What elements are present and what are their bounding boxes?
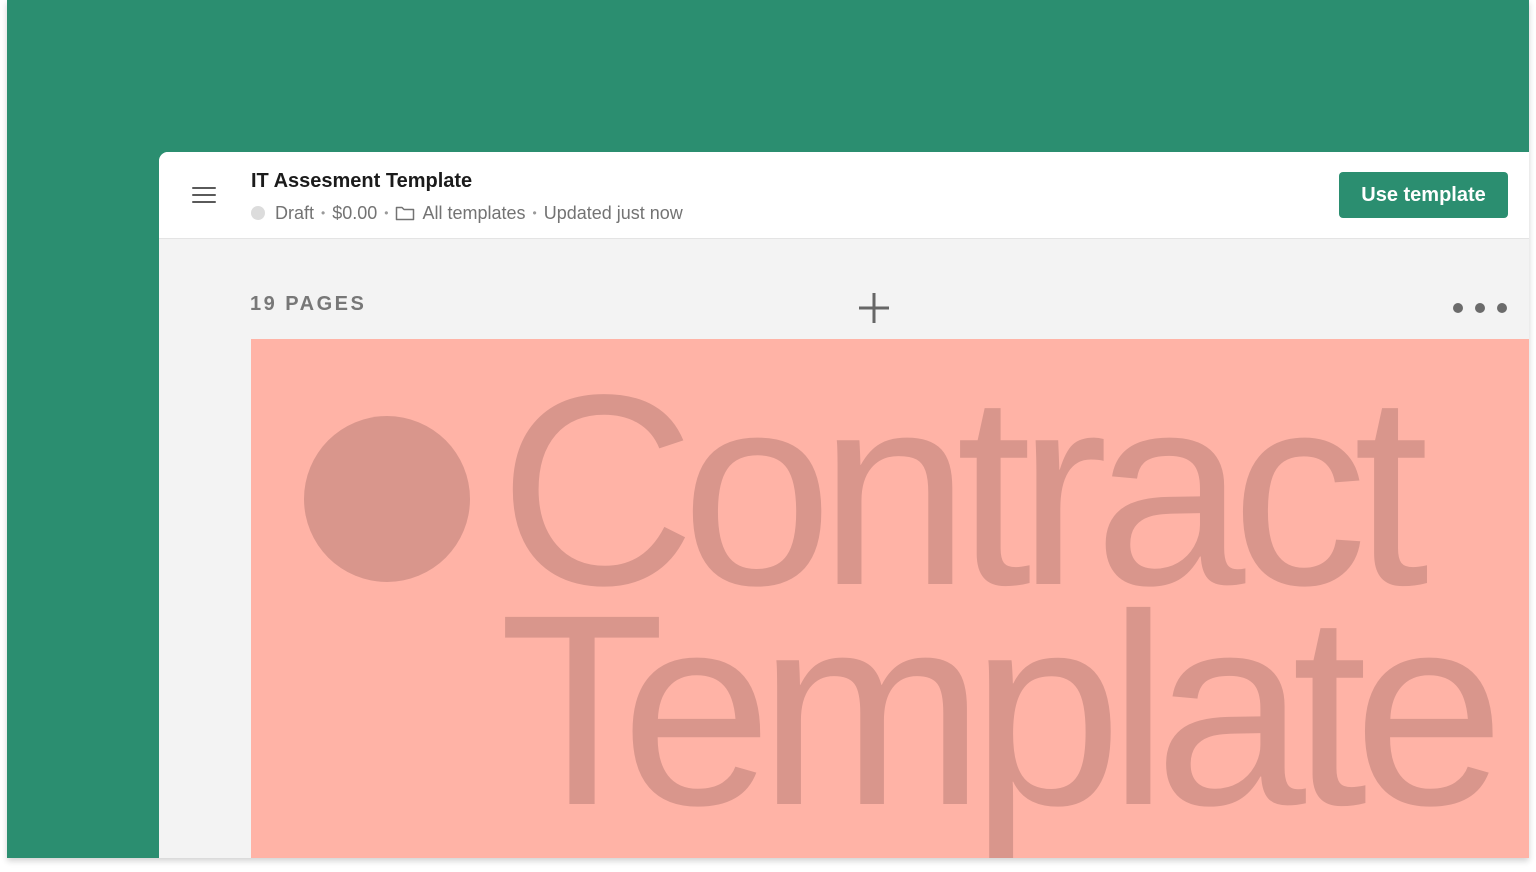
more-dot <box>1497 303 1507 313</box>
plus-icon[interactable] <box>857 291 891 325</box>
more-horizontal-icon[interactable] <box>1453 298 1507 318</box>
document-meta: Draft • $0.00 • All templates • Updated … <box>251 202 683 224</box>
price-label[interactable]: $0.00 <box>332 203 377 224</box>
page-preview-cover[interactable]: Contract Template <box>251 339 1529 858</box>
more-dot <box>1453 303 1463 313</box>
status-label[interactable]: Draft <box>275 203 314 224</box>
cover-title-line-2: Template <box>499 558 1505 858</box>
folder-link[interactable]: All templates <box>422 203 525 224</box>
meta-separator: • <box>384 206 389 220</box>
updated-label: Updated just now <box>543 202 683 223</box>
meta-separator: • <box>532 206 537 220</box>
hamburger-menu-icon[interactable] <box>192 185 218 207</box>
page-count-label: 19 PAGES <box>250 293 367 315</box>
status-dot-icon <box>251 206 265 220</box>
document-header: IT Assesment Template Draft • $0.00 • Al… <box>159 152 1529 239</box>
menu-bar <box>192 194 216 196</box>
app-backdrop: IT Assesment Template Draft • $0.00 • Al… <box>7 0 1529 858</box>
menu-bar <box>192 201 216 203</box>
editor-window: IT Assesment Template Draft • $0.00 • Al… <box>159 152 1529 858</box>
cover-circle-graphic <box>304 416 470 582</box>
document-title[interactable]: IT Assesment Template <box>251 170 472 193</box>
more-dot <box>1475 303 1485 313</box>
menu-bar <box>192 187 216 189</box>
use-template-button[interactable]: Use template <box>1339 172 1508 218</box>
folder-icon <box>395 205 415 221</box>
meta-separator: • <box>321 206 326 220</box>
